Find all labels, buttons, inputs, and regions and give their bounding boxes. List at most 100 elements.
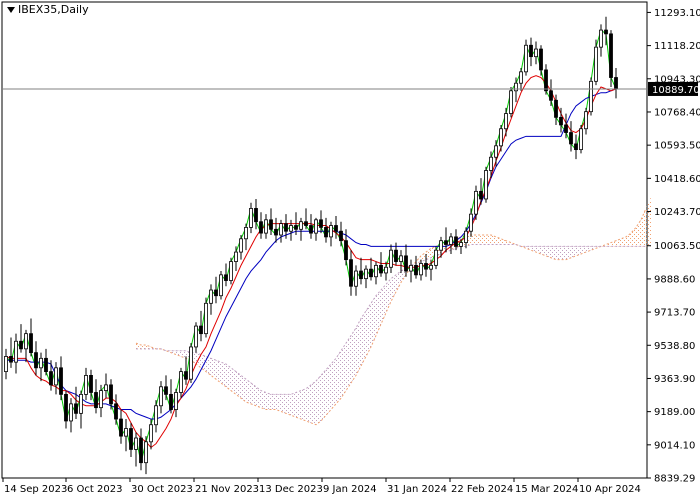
bull-candle-body <box>449 236 453 245</box>
cloud-segment <box>396 271 401 292</box>
cloud-segment <box>571 246 576 258</box>
bear-candle-body <box>304 221 308 226</box>
bear-candle-body <box>274 228 278 236</box>
candle <box>414 255 418 279</box>
bull-candle-body <box>134 437 138 450</box>
bull-candle-body <box>429 264 433 270</box>
cloud-segment <box>276 394 281 412</box>
bear-candle-body <box>614 77 618 90</box>
candle <box>94 379 98 414</box>
bull-candle-body <box>419 263 423 276</box>
bull-candle-body <box>14 340 18 363</box>
y-tick-label: 9363.90 <box>654 374 695 385</box>
senkou-span-a-line <box>135 208 647 426</box>
candle <box>34 341 38 376</box>
bull-candle-body <box>69 403 73 422</box>
x-tick-label: 9 Jan 2024 <box>323 484 377 495</box>
bull-candle-body <box>439 240 443 251</box>
candle <box>379 252 383 277</box>
y-tick-label: 9538.80 <box>654 341 695 352</box>
candle <box>534 41 538 65</box>
candle <box>409 259 413 283</box>
y-tick-label: 10243.70 <box>654 207 700 218</box>
candle <box>364 265 368 289</box>
bear-candle-body <box>319 219 323 228</box>
bull-candle-body <box>234 251 238 262</box>
cloud-segment <box>261 390 266 410</box>
bear-candle-body <box>414 264 418 276</box>
bull-candle-body <box>354 270 358 287</box>
cloud-segment <box>481 234 486 245</box>
candle <box>69 398 73 433</box>
bear-candle-body <box>114 403 118 420</box>
x-tick-label: 30 Oct 2023 <box>131 484 193 495</box>
candle <box>199 310 203 342</box>
cloud-segment <box>636 219 641 247</box>
candle <box>359 257 363 285</box>
bear-candle-body <box>339 230 343 242</box>
candle <box>74 386 78 420</box>
bear-candle-body <box>549 90 553 101</box>
bear-candle-body <box>164 386 168 395</box>
candle <box>174 388 178 418</box>
y-tick-label: 11293.10 <box>654 8 700 19</box>
bull-candle-body <box>229 261 233 281</box>
dropdown-triangle-icon[interactable] <box>7 6 15 13</box>
bear-candle-body <box>214 289 218 297</box>
cloud-segment <box>471 234 476 245</box>
candle <box>54 362 58 395</box>
bear-candle-body <box>19 340 23 350</box>
bull-candle-body <box>39 357 43 369</box>
bull-candle-body <box>149 424 153 443</box>
bull-candle-body <box>279 223 283 236</box>
cloud-segment <box>246 379 251 404</box>
bear-candle-body <box>89 375 93 393</box>
cloud-segment <box>306 384 311 423</box>
candle <box>14 333 18 374</box>
cloud-segment <box>236 371 241 399</box>
bear-candle-body <box>169 393 173 410</box>
bear-candle-body <box>129 428 133 450</box>
candle <box>154 400 158 433</box>
bull-candle-body <box>494 145 498 158</box>
bull-candle-body <box>174 392 178 410</box>
cloud-segment <box>556 246 561 260</box>
bull-candle-body <box>159 386 163 407</box>
bear-candle-body <box>284 223 288 232</box>
cloud-segment <box>631 227 636 247</box>
candle <box>159 381 163 414</box>
cloud-segment <box>311 381 316 425</box>
kijun-sen-line <box>6 88 617 420</box>
candle <box>569 121 573 152</box>
bull-candle-body <box>54 367 58 386</box>
candle <box>374 261 378 285</box>
bear-candle-body <box>394 249 398 262</box>
bull-candle-body <box>179 371 183 393</box>
candle <box>524 39 528 76</box>
bear-candle-body <box>564 124 568 133</box>
bull-candle-body <box>534 48 538 58</box>
candle <box>614 68 618 99</box>
candle <box>334 216 338 239</box>
bear-candle-body <box>344 240 348 261</box>
cloud-segment <box>281 394 286 414</box>
cloud-segment <box>266 392 271 410</box>
y-tick-label: 11118.20 <box>654 41 700 52</box>
y-tick-label: 10063.50 <box>654 241 700 252</box>
candle <box>259 212 263 239</box>
bear-candle-body <box>29 333 33 354</box>
candle <box>594 39 598 86</box>
cloud-segment <box>501 238 506 245</box>
cloud-segment <box>291 392 296 418</box>
bull-candle-body <box>594 46 598 82</box>
bull-candle-body <box>99 390 103 409</box>
bear-candle-body <box>259 221 263 234</box>
bull-candle-body <box>474 190 478 215</box>
bear-candle-body <box>379 264 383 274</box>
y-tick-label: 9713.70 <box>654 308 695 319</box>
bull-candle-body <box>209 289 213 304</box>
candle <box>79 390 83 429</box>
cloud-segment <box>331 358 336 410</box>
candle <box>104 373 108 399</box>
candle <box>504 107 508 137</box>
